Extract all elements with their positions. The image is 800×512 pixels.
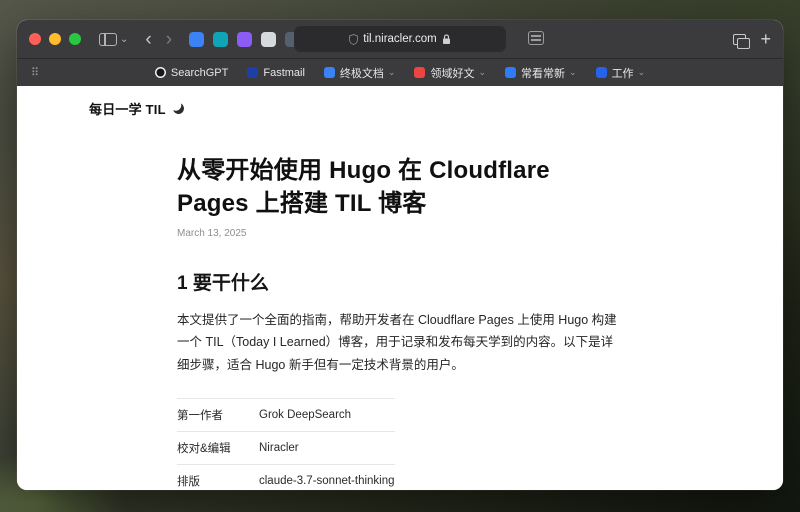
bookmark-folder-work[interactable]: 工作 ⌄ (596, 65, 646, 81)
address-bar[interactable]: til.niracler.com (294, 26, 506, 52)
bookmark-label: 领域好文 (430, 65, 474, 81)
forward-button[interactable]: › (159, 30, 179, 49)
url-text: til.niracler.com (363, 33, 437, 45)
bookmark-label: 终极文档 (340, 65, 384, 81)
bookmark-folder-evergreen[interactable]: 常看常新 ⌄ (505, 65, 577, 81)
toolbar-right-icons: + (733, 20, 771, 58)
bookmark-extension-icon[interactable] (189, 32, 204, 47)
site-header: 每日一学 TIL (17, 86, 783, 118)
meta-value: claude-3.7-sonnet-thinking (259, 464, 395, 490)
intro-paragraph: 本文提供了一个全面的指南，帮助开发者在 Cloudflare Pages 上使用… (177, 309, 623, 376)
sidebar-toggle-button[interactable] (95, 33, 117, 46)
close-window-button[interactable] (29, 33, 41, 45)
bookmark-folder-articles[interactable]: 领域好文 ⌄ (414, 65, 486, 81)
fastmail-favicon (247, 67, 258, 78)
bookmark-label: 工作 (612, 65, 634, 81)
chevron-down-icon: ⌄ (388, 67, 396, 78)
tab-overview-icon[interactable] (733, 34, 746, 45)
meta-value: Niracler (259, 431, 395, 464)
zoom-window-button[interactable] (69, 33, 81, 45)
bookmark-searchgpt[interactable]: SearchGPT (155, 67, 228, 79)
bookmark-folder-docs[interactable]: 终极文档 ⌄ (324, 65, 396, 81)
chevron-down-icon[interactable]: ⌄ (120, 34, 128, 45)
bookmark-fastmail[interactable]: Fastmail (247, 67, 305, 79)
folder-favicon (324, 67, 335, 78)
article-meta-table: 第一作者 Grok DeepSearch 校对&编辑 Niracler 排版 c… (177, 398, 395, 490)
folder-favicon (505, 67, 516, 78)
reader-icon[interactable] (528, 31, 544, 45)
folder-favicon (596, 67, 607, 78)
chevron-down-icon: ⌄ (569, 67, 577, 78)
meta-key: 排版 (177, 464, 259, 490)
chevron-down-icon: ⌄ (638, 67, 646, 78)
dark-mode-toggle-icon[interactable] (171, 102, 184, 115)
back-button[interactable]: ‹ (138, 30, 158, 49)
searchgpt-favicon (155, 67, 166, 78)
article: 从零开始使用 Hugo 在 Cloudflare Pages 上搭建 TIL 博… (177, 118, 623, 490)
lock-icon (442, 34, 451, 45)
bookmark-label: Fastmail (263, 67, 305, 79)
meta-key: 第一作者 (177, 398, 259, 431)
table-row: 校对&编辑 Niracler (177, 431, 395, 464)
gray-extension-icon[interactable] (261, 32, 276, 47)
bookmark-label: SearchGPT (171, 67, 228, 79)
table-row: 第一作者 Grok DeepSearch (177, 398, 395, 431)
bookmark-label: 常看常新 (521, 65, 565, 81)
traffic-lights (29, 33, 81, 45)
article-title: 从零开始使用 Hugo 在 Cloudflare Pages 上搭建 TIL 博… (177, 154, 623, 220)
favorites-bar: ⠿ SearchGPT Fastmail 终极文档 ⌄ 领域好文 ⌄ 常看常新 … (17, 58, 783, 86)
table-row: 排版 claude-3.7-sonnet-thinking (177, 464, 395, 490)
sidebar-icon (99, 33, 117, 46)
favorites-grid-icon[interactable]: ⠿ (31, 66, 39, 79)
section-heading-1: 1 要干什么 (177, 268, 623, 295)
meta-value: Grok DeepSearch (259, 398, 395, 431)
browser-toolbar: ⌄ ‹ › til.niracler.com + (17, 20, 783, 58)
folder-favicon (414, 67, 425, 78)
site-title-link[interactable]: 每日一学 TIL (89, 99, 166, 118)
purple-extension-icon[interactable] (237, 32, 252, 47)
page-content: 每日一学 TIL 从零开始使用 Hugo 在 Cloudflare Pages … (17, 86, 783, 490)
teal-extension-icon[interactable] (213, 32, 228, 47)
new-tab-button[interactable]: + (760, 29, 771, 50)
article-date: March 13, 2025 (177, 228, 623, 239)
meta-key: 校对&编辑 (177, 431, 259, 464)
minimize-window-button[interactable] (49, 33, 61, 45)
browser-window: ⌄ ‹ › til.niracler.com + ⠿ SearchGPT (17, 20, 783, 490)
chevron-down-icon: ⌄ (478, 67, 486, 78)
privacy-shield-icon (349, 34, 358, 45)
